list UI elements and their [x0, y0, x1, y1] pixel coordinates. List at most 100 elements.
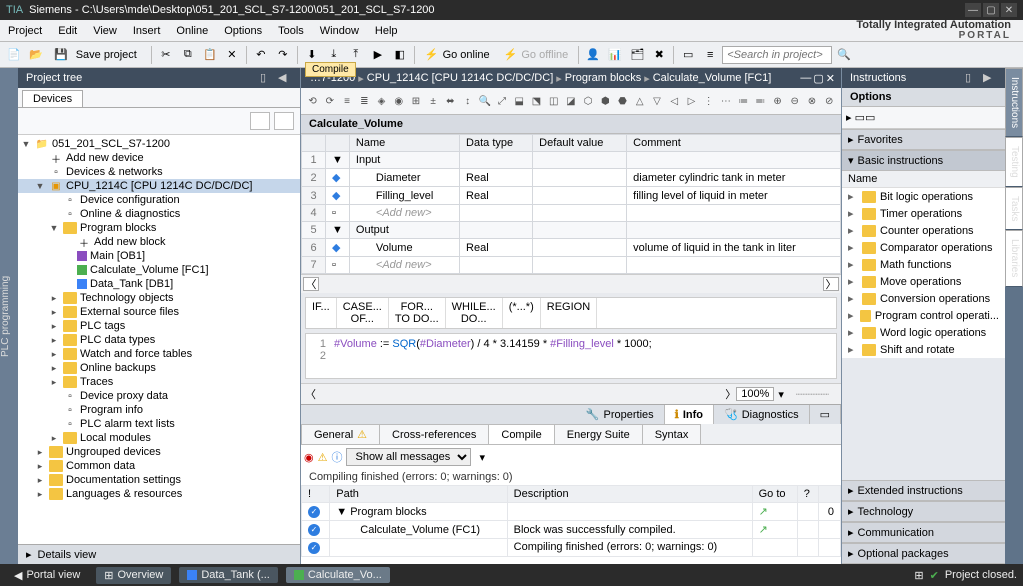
- compile-row[interactable]: ✓Calculate_Volume (FC1)Block was success…: [302, 521, 841, 539]
- editor-tb-20-icon[interactable]: ▽: [649, 92, 664, 110]
- code-line[interactable]: #Volume := SQR(#Diameter) / 4 * 3.14159 …: [334, 338, 652, 350]
- side-tab-instructions[interactable]: Instructions: [1005, 68, 1023, 137]
- tree-row[interactable]: ▼▣CPU_1214C [CPU 1214C DC/DC/DC]: [18, 179, 300, 193]
- tree-expander-icon[interactable]: ▸: [34, 447, 46, 458]
- zoom-dropdown-icon[interactable]: ▾: [774, 388, 788, 401]
- status-tab-calculate-volume[interactable]: Calculate_Vo...: [286, 567, 390, 583]
- optional-packages-header[interactable]: ▸Optional packages: [842, 543, 1005, 564]
- tree-row[interactable]: ▼Program blocks: [18, 221, 300, 235]
- code-scroll-left[interactable]: 〈: [305, 386, 316, 402]
- status-tab-data-tank[interactable]: Data_Tank (...: [179, 567, 277, 583]
- tree-tb-2-icon[interactable]: [274, 112, 294, 130]
- go-offline-button[interactable]: ⚡ Go offline: [498, 45, 575, 65]
- redo-icon[interactable]: ↷: [273, 45, 293, 65]
- tree-row[interactable]: ▫PLC alarm text lists: [18, 417, 300, 431]
- zoom-slider[interactable]: ┈┈┈┈┈: [788, 388, 837, 401]
- tree-tb-1-icon[interactable]: [250, 112, 270, 130]
- misc-icon[interactable]: ◧: [390, 45, 410, 65]
- iface-row[interactable]: 7▫<Add new>: [302, 257, 841, 274]
- editor-tb-17-icon[interactable]: ⬢: [598, 92, 613, 110]
- simulation-icon[interactable]: ▶: [368, 45, 388, 65]
- tree-expander-icon[interactable]: ▸: [48, 307, 60, 318]
- tree-expander-icon[interactable]: ▸: [48, 349, 60, 360]
- breadcrumb-part[interactable]: CPU_1214C [CPU 1214C DC/DC/DC]: [367, 72, 553, 84]
- zoom-select[interactable]: 100%: [736, 387, 774, 401]
- tb-1-icon[interactable]: 👤: [583, 45, 603, 65]
- editor-tb-25-icon[interactable]: ≔: [735, 92, 750, 110]
- tree-row[interactable]: ▸Local modules: [18, 431, 300, 445]
- subtab-energy-suite[interactable]: Energy Suite: [554, 424, 643, 444]
- scroll-right-button[interactable]: 〉: [823, 277, 839, 291]
- editor-tb-3-icon[interactable]: ≣: [357, 92, 372, 110]
- editor-tb-6-icon[interactable]: ⊞: [408, 92, 423, 110]
- inst-collapse-icon[interactable]: ▶: [983, 71, 997, 85]
- compile-header[interactable]: Path: [330, 486, 507, 503]
- iface-row[interactable]: 4▫<Add new>: [302, 205, 841, 222]
- tree-expander-icon[interactable]: ▸: [48, 433, 60, 444]
- editor-tb-11-icon[interactable]: ⤢: [494, 92, 509, 110]
- communication-header[interactable]: ▸Communication: [842, 522, 1005, 543]
- compile-header[interactable]: Go to: [752, 486, 797, 503]
- tree-row[interactable]: ▸PLC data types: [18, 333, 300, 347]
- tree-row[interactable]: ▸Technology objects: [18, 291, 300, 305]
- tb-6-icon[interactable]: ≡: [700, 45, 720, 65]
- keyword-button[interactable]: FOR...TO DO...: [389, 298, 446, 328]
- bc-max-icon[interactable]: ▢: [813, 72, 823, 85]
- menu-help[interactable]: Help: [367, 25, 406, 37]
- opt-cascade-icon[interactable]: ▸ ▭▭: [846, 111, 875, 124]
- instruction-item[interactable]: ▸Timer operations: [842, 205, 1005, 222]
- instruction-item[interactable]: ▸Comparator operations: [842, 239, 1005, 256]
- editor-tb-16-icon[interactable]: ⬡: [581, 92, 596, 110]
- keyword-button[interactable]: IF...: [306, 298, 337, 328]
- tree-row[interactable]: ▸Traces: [18, 375, 300, 389]
- editor-tb-1-icon[interactable]: ⟳: [322, 92, 337, 110]
- iface-row[interactable]: 3◆Filling_levelRealfilling level of liqu…: [302, 187, 841, 205]
- iface-header[interactable]: [326, 135, 350, 152]
- cut-icon[interactable]: ✂: [156, 45, 176, 65]
- paste-icon[interactable]: 📋: [200, 45, 220, 65]
- tree-expander-icon[interactable]: ▸: [34, 461, 46, 472]
- editor-tb-10-icon[interactable]: 🔍: [477, 92, 492, 110]
- editor-tb-7-icon[interactable]: ±: [426, 92, 441, 110]
- tree-row[interactable]: ▸Watch and force tables: [18, 347, 300, 361]
- iface-row[interactable]: 5▼Output: [302, 222, 841, 239]
- tree-row[interactable]: Calculate_Volume [FC1]: [18, 263, 300, 277]
- collapse-left-icon[interactable]: ◀: [278, 71, 292, 85]
- editor-tb-23-icon[interactable]: ⋮: [701, 92, 716, 110]
- code-editor[interactable]: 1#Volume := SQR(#Diameter) / 4 * 3.14159…: [305, 333, 837, 379]
- menu-tools[interactable]: Tools: [270, 25, 312, 37]
- tree-row[interactable]: ▸External source files: [18, 305, 300, 319]
- subtab-compile[interactable]: Compile: [488, 424, 554, 444]
- tb-4-icon[interactable]: ✖: [649, 45, 669, 65]
- tree-row[interactable]: ▫Program info: [18, 403, 300, 417]
- editor-tb-8-icon[interactable]: ⬌: [443, 92, 458, 110]
- compile-row[interactable]: ✓▼ Program blocks↗0: [302, 503, 841, 521]
- tree-row[interactable]: ▸Online backups: [18, 361, 300, 375]
- warning-filter-icon[interactable]: ⚠: [318, 451, 328, 464]
- side-strip-left[interactable]: PLC programming: [0, 68, 18, 564]
- info-filter-icon[interactable]: ⓘ: [331, 449, 342, 465]
- breadcrumb-part[interactable]: Program blocks: [565, 72, 641, 84]
- tree-row[interactable]: ▫Devices & networks: [18, 165, 300, 179]
- toolbar-icons[interactable]: ⊞: [914, 569, 923, 582]
- tree-row[interactable]: ▸Documentation settings: [18, 473, 300, 487]
- tree-row[interactable]: ＋Add new device: [18, 151, 300, 165]
- editor-tb-28-icon[interactable]: ⊖: [787, 92, 802, 110]
- instruction-item[interactable]: ▸Math functions: [842, 256, 1005, 273]
- instruction-item[interactable]: ▸Bit logic operations: [842, 188, 1005, 205]
- tree-expander-icon[interactable]: ▼: [48, 223, 60, 233]
- minimize-button[interactable]: —: [965, 3, 981, 17]
- error-filter-icon[interactable]: ◉: [304, 451, 314, 464]
- editor-tb-24-icon[interactable]: ⋯: [718, 92, 733, 110]
- menu-window[interactable]: Window: [312, 25, 367, 37]
- editor-tb-9-icon[interactable]: ↕: [460, 92, 475, 110]
- compile-header[interactable]: !: [302, 486, 330, 503]
- editor-tb-27-icon[interactable]: ⊕: [770, 92, 785, 110]
- tree-expander-icon[interactable]: ▸: [48, 321, 60, 332]
- extended-instructions-header[interactable]: ▸Extended instructions: [842, 480, 1005, 501]
- search-go-icon[interactable]: 🔍: [834, 45, 854, 65]
- side-tab-tasks[interactable]: Tasks: [1005, 187, 1023, 231]
- editor-tb-0-icon[interactable]: ⟲: [305, 92, 320, 110]
- iface-row[interactable]: 2◆DiameterRealdiameter cylindric tank in…: [302, 169, 841, 187]
- tree-expander-icon[interactable]: ▸: [48, 293, 60, 304]
